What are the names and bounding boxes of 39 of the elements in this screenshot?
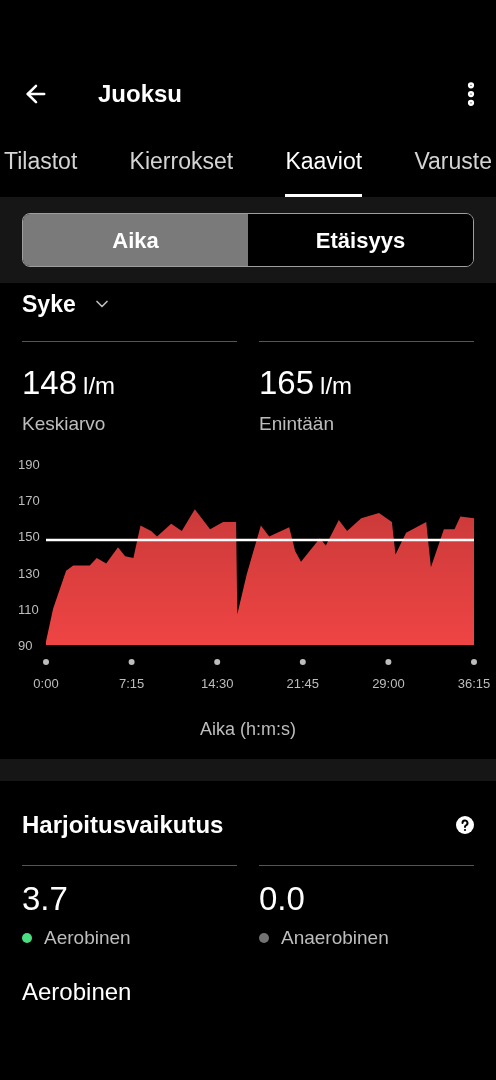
x-tick-dot xyxy=(299,659,306,665)
y-tick-label: 90 xyxy=(18,638,33,653)
x-tick-dot xyxy=(214,659,221,665)
tab[interactable]: Kierrokset xyxy=(129,140,234,197)
y-tick-label: 110 xyxy=(18,601,39,617)
effect-value: 3.7 xyxy=(22,879,69,919)
y-tick-label: 170 xyxy=(18,493,40,509)
x-axis-label: Aika (h:m:s) xyxy=(199,718,297,741)
segment-button[interactable]: Etäisyys xyxy=(248,214,473,266)
stat-label: Keskiarvo xyxy=(22,411,107,436)
effect-label: Anaerobinen xyxy=(281,925,389,950)
y-tick-label: 130 xyxy=(18,565,40,581)
effect-label: Aerobinen xyxy=(44,925,131,950)
x-tick-dot xyxy=(43,659,49,665)
stat-unit: l/m xyxy=(320,371,353,401)
segment-button[interactable]: Aika xyxy=(23,214,248,266)
x-tick-label: 7:15 xyxy=(118,676,145,691)
effect-value: 0.0 xyxy=(259,879,306,919)
x-tick-label: 0:00 xyxy=(33,676,59,691)
x-tick-label: 14:30 xyxy=(200,676,234,691)
x-tick-label: 36:15 xyxy=(457,676,491,691)
x-tick-dot xyxy=(128,659,135,665)
section-title: Harjoitusvaikutus xyxy=(22,810,224,840)
stat-label: Enintään xyxy=(259,411,335,436)
section-subtitle: Aerobinen xyxy=(22,977,133,1007)
x-tick-label: 29:00 xyxy=(372,676,405,691)
page-title: Juoksu xyxy=(98,79,183,109)
stat-unit: l/m xyxy=(83,371,116,401)
y-tick-label: 150 xyxy=(18,529,40,545)
stat-value: 148 xyxy=(22,363,78,403)
x-tick-dot xyxy=(471,659,477,665)
metric-dropdown[interactable]: Syke xyxy=(22,283,112,325)
tab[interactable]: Tilastot xyxy=(4,140,78,197)
y-tick-label: 190 xyxy=(18,457,40,472)
x-tick-dot xyxy=(385,659,392,665)
help-icon[interactable] xyxy=(456,816,474,834)
x-tick-label: 21:45 xyxy=(286,676,320,691)
stat-value: 165 xyxy=(259,363,315,403)
tab[interactable]: Varuste xyxy=(414,140,492,197)
